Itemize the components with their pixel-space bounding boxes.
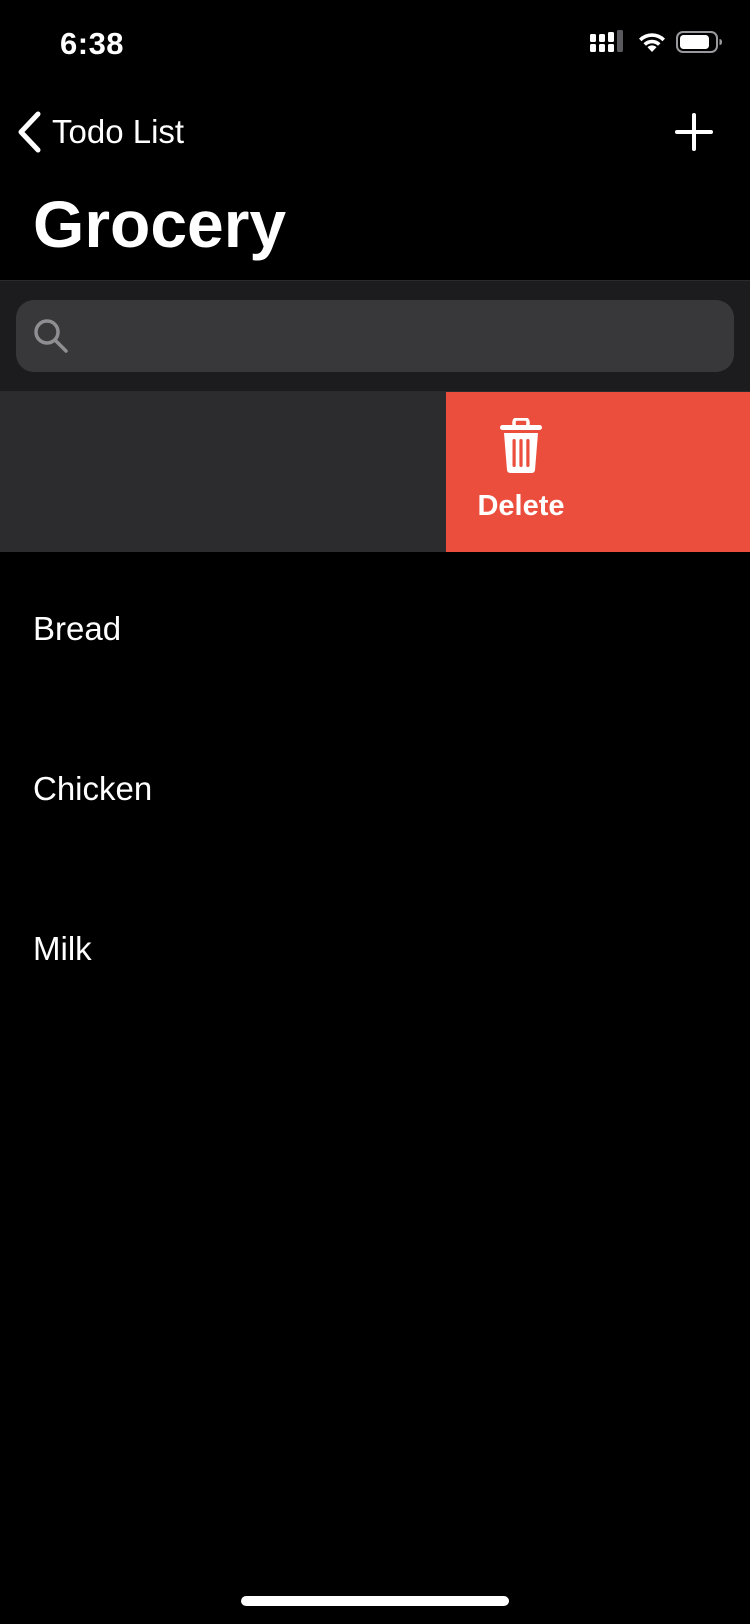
search-bar [0, 280, 750, 392]
back-button-label: Todo List [52, 113, 185, 150]
trash-icon [500, 418, 542, 473]
battery-icon [676, 31, 722, 53]
signal-icon [590, 30, 623, 52]
add-button[interactable] [670, 108, 718, 156]
todo-list: Bread Chicken Milk [0, 552, 750, 1032]
navigation-bar: Todo List [0, 100, 750, 164]
home-indicator[interactable] [241, 1596, 509, 1606]
search-icon [34, 319, 68, 353]
page-title: Grocery [33, 187, 287, 261]
list-item[interactable]: Bread [0, 552, 750, 712]
chevron-left-icon [18, 111, 41, 153]
status-icons [590, 30, 722, 62]
search-input[interactable] [82, 300, 716, 374]
back-button[interactable]: Todo List [16, 108, 184, 156]
delete-label: Delete [477, 490, 565, 522]
swiped-list-row[interactable]: Delete [0, 392, 750, 552]
list-item-label: Bread [33, 610, 122, 647]
list-item[interactable]: Milk [0, 872, 750, 1032]
wifi-icon [639, 33, 665, 52]
status-time: 6:38 [60, 26, 125, 61]
delete-button[interactable]: Delete [446, 392, 750, 552]
status-bar: 6:38 [0, 0, 750, 90]
search-field[interactable] [16, 300, 734, 374]
list-item-label: Milk [33, 930, 92, 967]
plus-icon [675, 113, 713, 151]
list-item-label: Chicken [33, 770, 153, 807]
list-item[interactable]: Chicken [0, 712, 750, 872]
